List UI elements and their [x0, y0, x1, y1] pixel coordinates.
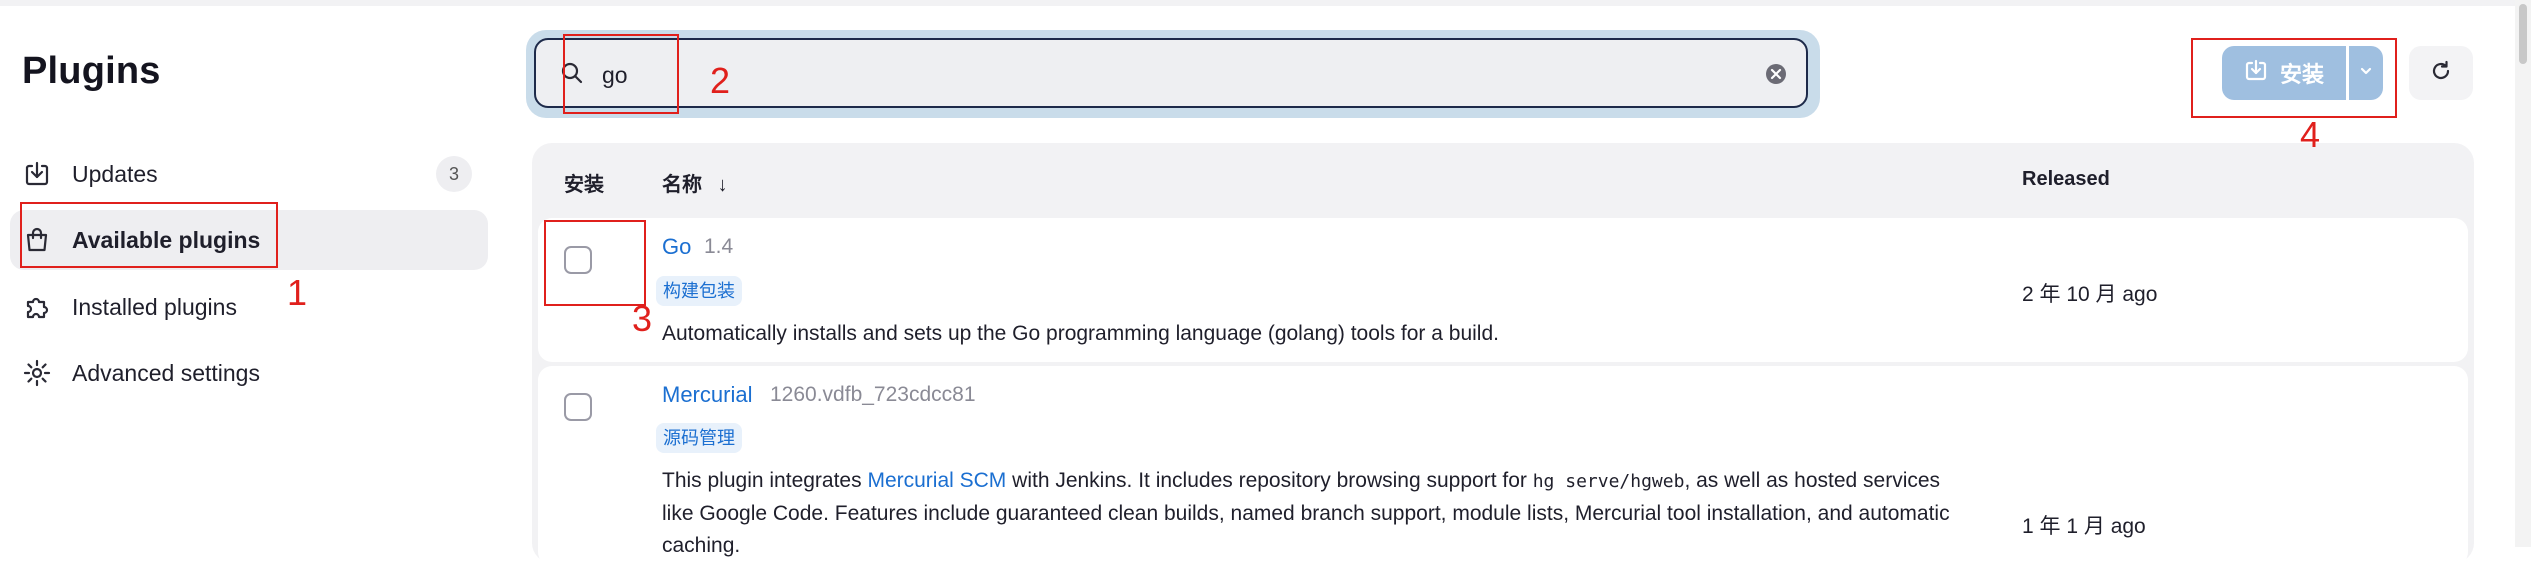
column-header-released[interactable]: Released	[2022, 168, 2110, 191]
annotation-number: 2	[710, 60, 731, 101]
sidebar-item-label: Advanced settings	[72, 359, 260, 386]
released-date: 2 年 10 月 ago	[2022, 283, 2158, 306]
column-header-install: 安装	[564, 174, 604, 196]
desc-text: with Jenkins. It includes repository bro…	[1006, 469, 1533, 492]
refresh-icon	[2429, 59, 2453, 88]
sidebar-item-label: Updates	[72, 160, 158, 187]
puzzle-icon	[20, 290, 54, 324]
scrollbar[interactable]	[2515, 0, 2531, 547]
sidebar-item-updates[interactable]: Updates 3	[10, 144, 488, 204]
column-header-name[interactable]: 名称 ↓	[662, 168, 728, 197]
annotation-number: 3	[632, 298, 653, 339]
annotation-number: 1	[287, 272, 308, 313]
category-tag[interactable]: 构建包装	[656, 276, 742, 306]
plugin-name-link[interactable]: Go	[662, 234, 691, 260]
category-tag[interactable]: 源码管理	[656, 423, 742, 453]
desc-code: hg serve/hgweb	[1532, 471, 1685, 492]
gear-icon	[20, 356, 54, 390]
refresh-button[interactable]	[2409, 46, 2473, 100]
released-date: 1 年 1 月 ago	[2022, 515, 2146, 538]
annotation-box-4	[2191, 38, 2397, 118]
annotation-box-2	[563, 34, 679, 114]
sidebar-item-advanced-settings[interactable]: Advanced settings	[10, 343, 488, 403]
sort-arrow-icon: ↓	[717, 174, 728, 196]
sidebar-item-label: Installed plugins	[72, 293, 237, 320]
annotation-box-1	[20, 202, 278, 268]
page-title: Plugins	[22, 50, 161, 92]
updates-count-badge: 3	[436, 156, 472, 192]
column-header-name-label: 名称	[662, 174, 702, 196]
annotation-box-3	[544, 220, 646, 306]
plugin-version: 1.4	[704, 235, 734, 258]
annotation-number: 4	[2300, 114, 2321, 155]
search-input[interactable]	[600, 54, 1704, 96]
desc-text: This plugin integrates	[662, 469, 868, 492]
download-icon	[20, 157, 54, 191]
plugin-name-link[interactable]: Mercurial	[662, 382, 752, 408]
sidebar-item-installed-plugins[interactable]: Installed plugins	[10, 277, 488, 337]
plugin-description: This plugin integrates Mercurial SCM wit…	[662, 465, 1962, 562]
scrollbar-thumb[interactable]	[2519, 4, 2527, 64]
install-checkbox-mercurial[interactable]	[564, 393, 592, 421]
clear-icon[interactable]	[1764, 62, 1788, 91]
top-bar	[0, 0, 2531, 6]
plugin-description: Automatically installs and sets up the G…	[662, 322, 1499, 345]
plugin-version: 1260.vdfb_723cdcc81	[770, 383, 976, 406]
mercurial-scm-link[interactable]: Mercurial SCM	[867, 469, 1006, 492]
